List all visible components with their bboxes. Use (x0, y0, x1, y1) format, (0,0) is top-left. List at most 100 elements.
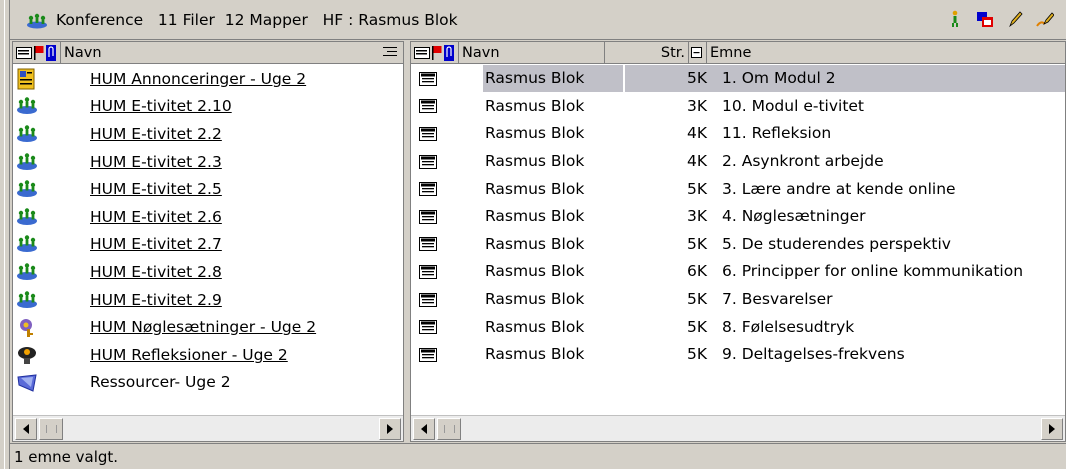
folder-list-header: Navn (13, 42, 403, 64)
message-icon (419, 264, 437, 279)
scroll-right-button[interactable] (379, 418, 401, 440)
scroll-right-button[interactable] (1041, 418, 1063, 440)
folder-name[interactable]: HUM Nøglesætninger - Uge 2 (90, 318, 316, 336)
message-column-icon[interactable] (16, 46, 32, 59)
message-row[interactable]: Rasmus Blok 5K 3. Lære andre at kende onli… (411, 175, 1065, 203)
message-size: 5K (686, 317, 707, 336)
title-bar: Konference 11 Filer 12 Mapper HF : Rasmu… (10, 0, 1066, 40)
message-size: 5K (686, 179, 707, 198)
message-row[interactable]: Rasmus Blok 4K 11. Refleksion (411, 120, 1065, 148)
folder-list: HUM Annonceringer - Uge 2 HUM E-tivitet 2… (13, 65, 403, 396)
message-icon (419, 126, 437, 141)
scroll-left-button[interactable] (15, 418, 37, 440)
message-size: 5K (625, 65, 721, 93)
folder-list-item[interactable]: HUM Nøglesætninger - Uge 2 (13, 313, 403, 341)
windows-icon[interactable] (976, 10, 994, 28)
message-author: Rasmus Blok (485, 124, 585, 143)
message-author: Rasmus Blok (485, 152, 585, 171)
message-size: 4K (686, 124, 707, 143)
folder-list-item[interactable]: HUM E-tivitet 2.2 (13, 120, 403, 148)
message-row[interactable]: Rasmus Blok 6K 6. Principper for online ko… (411, 258, 1065, 286)
folder-list-item[interactable]: HUM E-tivitet 2.8 (13, 258, 403, 286)
column-header-size[interactable]: Str. (605, 42, 689, 64)
message-size: 3K (686, 207, 707, 226)
attachment-column-icon[interactable] (444, 44, 454, 61)
message-subject: 8. Følelsesudtryk (722, 317, 855, 336)
folder-name[interactable]: HUM E-tivitet 2.3 (90, 153, 222, 171)
conference-icon (16, 289, 40, 311)
folder-list-item[interactable]: HUM E-tivitet 2.6 (13, 203, 403, 231)
message-row[interactable]: Rasmus Blok 3K 4. Nøglesætninger (411, 203, 1065, 231)
column-header-name[interactable]: Navn (61, 42, 367, 64)
message-icon (419, 182, 437, 197)
folder-list-item[interactable]: HUM E-tivitet 2.10 (13, 93, 403, 121)
folder-name[interactable]: HUM E-tivitet 2.9 (90, 291, 222, 309)
message-row[interactable]: Rasmus Blok 5K 5. De studerendes perspekti… (411, 231, 1065, 259)
message-list-hscrollbar[interactable] (411, 415, 1065, 441)
message-icon (419, 347, 437, 362)
resource-folder-icon (16, 371, 40, 393)
folder-list-item[interactable]: HUM Refleksioner - Uge 2 (13, 341, 403, 369)
folder-name[interactable]: HUM Refleksioner - Uge 2 (90, 346, 288, 364)
message-icon (419, 292, 437, 307)
bulletin-icon (16, 68, 40, 90)
folder-name[interactable]: HUM E-tivitet 2.5 (90, 180, 222, 198)
message-row[interactable]: Rasmus Blok 5K 1. Om Modul 2 (411, 65, 1065, 93)
flag-column-icon[interactable] (34, 45, 44, 60)
scroll-left-button[interactable] (413, 418, 435, 440)
message-subject: 6. Principper for online kommunikation (722, 262, 1024, 281)
person-icon[interactable] (946, 10, 964, 28)
message-icon (419, 71, 437, 86)
message-subject: 7. Besvarelser (722, 290, 833, 309)
folder-name[interactable]: HUM Annonceringer - Uge 2 (90, 70, 306, 88)
attachment-column-icon[interactable] (46, 44, 56, 61)
message-subject: 10. Modul e-tivitet (722, 96, 865, 115)
message-list: Rasmus Blok 5K 1. Om Modul 2 Rasmus Blok 3K 1… (411, 65, 1065, 369)
message-column-icon[interactable] (414, 46, 430, 59)
edit-icon[interactable] (1036, 10, 1055, 28)
message-list-header: Navn Str. Emne (411, 42, 1065, 64)
message-size: 3K (686, 96, 707, 115)
message-size: 6K (686, 262, 707, 281)
conference-icon (16, 178, 40, 200)
message-size: 4K (686, 152, 707, 171)
folder-name[interactable]: HUM E-tivitet 2.2 (90, 125, 222, 143)
folder-name[interactable]: Ressourcer- Uge 2 (90, 373, 231, 391)
status-bar: 1 emne valgt. (10, 443, 1066, 469)
message-row[interactable]: Rasmus Blok 5K 9. Deltagelses-frekvens (411, 341, 1065, 369)
pencil-icon[interactable] (1006, 10, 1024, 28)
message-row[interactable]: Rasmus Blok 5K 8. Følelsesudtryk (411, 313, 1065, 341)
folder-name[interactable]: HUM E-tivitet 2.8 (90, 263, 222, 281)
message-row[interactable]: Rasmus Blok 5K 7. Besvarelser (411, 286, 1065, 314)
collapse-icon[interactable] (689, 42, 707, 64)
column-resize-icon[interactable] (383, 45, 397, 60)
message-icon (419, 154, 437, 169)
message-row[interactable]: Rasmus Blok 4K 2. Asynkront arbejde (411, 148, 1065, 176)
folder-list-hscrollbar[interactable] (13, 415, 403, 441)
scroll-thumb[interactable] (39, 418, 63, 440)
column-header-subject[interactable]: Emne (707, 42, 1065, 64)
message-author: Rasmus Blok (485, 207, 585, 226)
message-subject: 11. Refleksion (722, 124, 832, 143)
folder-list-item[interactable]: Ressourcer- Uge 2 (13, 369, 403, 397)
lamp-icon (16, 344, 40, 366)
conference-icon (16, 261, 40, 283)
status-text: 1 emne valgt. (14, 447, 119, 466)
folder-name[interactable]: HUM E-tivitet 2.6 (90, 208, 222, 226)
column-header-name[interactable]: Navn (459, 42, 605, 64)
message-author: Rasmus Blok (485, 290, 585, 309)
flag-column-icon[interactable] (432, 45, 442, 60)
folder-name[interactable]: HUM E-tivitet 2.10 (90, 97, 232, 115)
conference-icon (16, 206, 40, 228)
message-row[interactable]: Rasmus Blok 3K 10. Modul e-tivitet (411, 93, 1065, 121)
scroll-thumb[interactable] (437, 418, 461, 440)
folder-list-item[interactable]: HUM E-tivitet 2.3 (13, 148, 403, 176)
folder-name[interactable]: HUM E-tivitet 2.7 (90, 235, 222, 253)
folder-list-item[interactable]: HUM E-tivitet 2.7 (13, 231, 403, 259)
message-author: Rasmus Blok (485, 234, 585, 253)
folder-list-item[interactable]: HUM E-tivitet 2.5 (13, 175, 403, 203)
folder-list-item[interactable]: HUM Annonceringer - Uge 2 (13, 65, 403, 93)
message-author: Rasmus Blok (485, 179, 585, 198)
folder-list-item[interactable]: HUM E-tivitet 2.9 (13, 286, 403, 314)
conference-icon (16, 233, 40, 255)
